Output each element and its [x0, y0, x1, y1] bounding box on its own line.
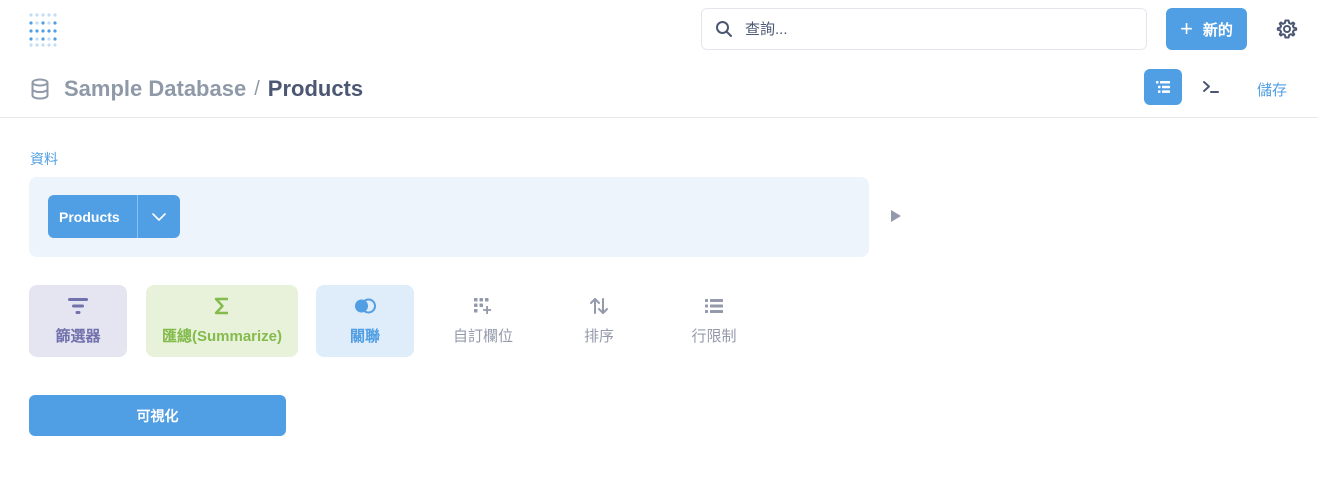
save-button[interactable]: 儲存	[1257, 79, 1287, 100]
query-header: Sample Database / Products 儲存	[0, 60, 1318, 118]
plus-icon: +	[1180, 16, 1193, 41]
filter-step-label: 篩選器	[55, 327, 101, 345]
search-bar[interactable]	[701, 8, 1147, 50]
table-picker[interactable]: Products	[48, 195, 180, 238]
join-icon	[355, 298, 376, 313]
metabase-logo-icon[interactable]	[28, 12, 60, 48]
summarize-step-button[interactable]: 匯總(Summarize)	[146, 285, 298, 357]
play-icon[interactable]	[891, 210, 901, 222]
sort-arrows-icon	[590, 297, 608, 314]
breadcrumb-database[interactable]: Sample Database	[64, 76, 246, 102]
limit-step-label: 行限制	[691, 327, 737, 345]
data-step-panel: Products	[29, 177, 869, 257]
join-step-button[interactable]: 關聯	[316, 285, 414, 357]
table-picker-label[interactable]: Products	[48, 195, 137, 238]
gear-icon[interactable]	[1276, 18, 1298, 40]
sql-button[interactable]	[1196, 72, 1226, 102]
search-icon	[716, 21, 732, 37]
sort-step-label: 排序	[583, 327, 614, 345]
search-input[interactable]	[745, 20, 1125, 38]
breadcrumb-separator: /	[254, 77, 260, 100]
filter-step-button[interactable]: 篩選器	[29, 285, 127, 357]
notebook-icon	[1156, 81, 1170, 93]
custom-column-step-label: 自訂欄位	[452, 327, 513, 345]
list-icon	[705, 298, 723, 313]
breadcrumb: Sample Database / Products	[64, 76, 363, 102]
top-navbar: + 新的	[0, 0, 1318, 60]
limit-step-button[interactable]: 行限制	[665, 285, 763, 357]
summarize-step-label: 匯總(Summarize)	[161, 327, 283, 345]
sigma-icon	[214, 297, 228, 314]
sort-step-button[interactable]: 排序	[550, 285, 648, 357]
chevron-down-icon[interactable]	[137, 195, 180, 238]
data-section-label: 資料	[30, 151, 58, 167]
add-data-icon	[474, 297, 492, 314]
custom-column-step-button[interactable]: 自訂欄位	[433, 285, 533, 357]
database-icon	[31, 78, 49, 100]
sql-terminal-icon	[1203, 81, 1219, 93]
breadcrumb-table: Products	[267, 76, 364, 101]
new-button-label: 新的	[1202, 21, 1233, 39]
filter-icon	[68, 297, 88, 314]
new-button[interactable]: + 新的	[1166, 8, 1247, 50]
notebook-toggle-button[interactable]	[1144, 69, 1182, 105]
join-step-label: 關聯	[349, 327, 380, 345]
visualize-button[interactable]: 可視化	[29, 395, 286, 436]
